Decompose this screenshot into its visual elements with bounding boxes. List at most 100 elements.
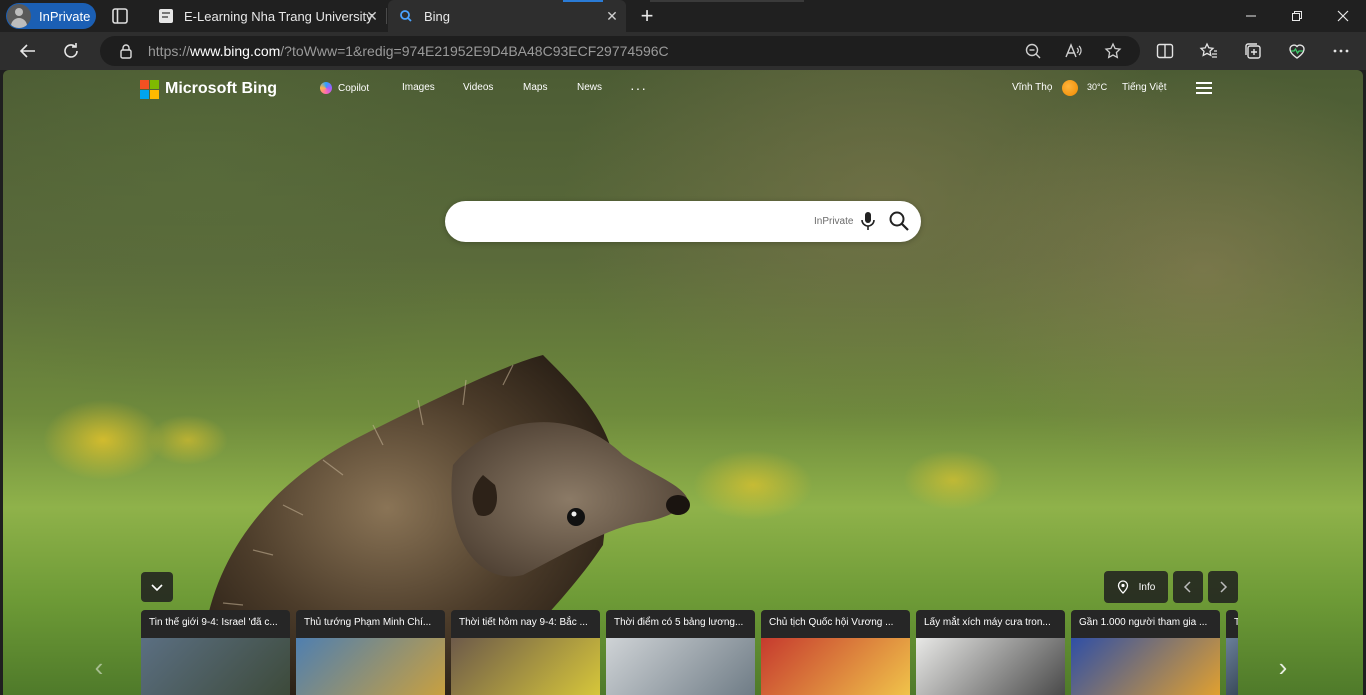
info-label: Info [1138,581,1156,593]
tab-bar: InPrivate E-Learning Nha Trang Universit… [0,0,1366,32]
restore-icon [1292,11,1302,21]
inprivate-search-label: InPrivate [814,216,854,227]
plus-icon: + [640,3,654,28]
back-button[interactable] [15,39,41,63]
nav-label: Videos [463,82,494,93]
hamburger-menu-icon[interactable] [1196,82,1212,94]
inprivate-label: InPrivate [39,8,91,24]
favorites-icon[interactable] [1199,41,1219,61]
image-info-button[interactable]: Info [1104,571,1168,603]
tab-divider [386,8,387,24]
more-menu-icon[interactable] [1331,41,1351,61]
news-card[interactable]: T [1226,610,1238,695]
nav-videos[interactable]: Videos [463,82,493,93]
new-tab-button[interactable]: + [636,5,658,27]
nav-images[interactable]: Images [402,82,435,93]
news-card[interactable]: Chủ tịch Quốc hội Vương ... [761,610,910,695]
news-title: Tin thế giới 9-4: Israel 'đã c... [149,617,278,628]
zoom-out-icon[interactable] [1024,42,1042,60]
nav-more-button[interactable]: ··· [630,80,647,96]
nav-label: Images [402,82,435,93]
next-image-button[interactable] [1208,571,1238,603]
avatar-icon [7,4,31,28]
copilot-icon [320,82,332,94]
language-link[interactable]: Tiếng Việt [1122,82,1166,93]
chevron-left-icon [1183,581,1191,593]
search-icon[interactable] [888,210,910,232]
tab-title: E-Learning Nha Trang University [184,8,373,24]
nav-copilot[interactable]: Copilot [320,82,369,94]
news-card[interactable]: Lấy mắt xích máy cưa tron... [916,610,1065,695]
tab-elearning[interactable]: E-Learning Nha Trang University ✕ [148,0,386,32]
nav-news[interactable]: News [577,82,602,93]
news-title: Chủ tịch Quốc hội Vương ... [769,617,894,628]
news-thumbnail [916,638,1065,695]
url-text: https://www.bing.com/?toWww=1&redig=974E… [148,43,669,59]
search-input[interactable] [463,210,803,232]
news-card[interactable]: Gần 1.000 người tham gia ... [1071,610,1220,695]
sunny-weather-icon[interactable] [1062,80,1078,96]
news-card[interactable]: Thời điểm có 5 bảng lương... [606,610,755,695]
star-icon[interactable] [1104,42,1122,60]
temperature-label[interactable]: 30°C [1087,82,1107,92]
collapse-feed-button[interactable] [141,572,173,602]
news-thumbnail [606,638,755,695]
bing-logo[interactable]: Microsoft Bing [140,79,277,99]
chevron-right-icon [1220,581,1228,593]
news-thumbnail [451,638,600,695]
news-title: Lấy mắt xích máy cưa tron... [924,617,1051,628]
news-thumbnail [1226,638,1238,695]
inprivate-profile-button[interactable]: InPrivate [6,3,96,29]
news-title: Gần 1.000 người tham gia ... [1079,617,1208,628]
news-title: Thời điểm có 5 bảng lương... [614,617,744,628]
previous-image-button[interactable] [1173,571,1203,603]
browser-essentials-icon[interactable] [1287,41,1307,61]
news-thumbnail [141,638,290,695]
close-tab-icon[interactable]: ✕ [604,8,620,24]
carousel-left-arrow-icon[interactable]: ‹ [89,652,109,682]
nav-label: News [577,82,603,93]
news-title: Thời tiết hôm nay 9-4: Bắc ... [459,617,588,628]
news-card[interactable]: Thời tiết hôm nay 9-4: Bắc ... [451,610,600,695]
nav-maps[interactable]: Maps [523,82,547,93]
tab-bing[interactable]: Bing ✕ [388,0,626,32]
collections-icon[interactable] [1243,41,1263,61]
address-field[interactable]: https://www.bing.com/?toWww=1&redig=974E… [100,36,1140,66]
news-title: Thủ tướng Phạm Minh Chí... [304,617,432,628]
microsoft-logo-icon [140,79,159,99]
location-pin-icon [1117,580,1128,594]
read-aloud-icon[interactable] [1064,42,1082,60]
close-window-button[interactable] [1320,0,1366,32]
arrow-left-icon [19,44,35,58]
lock-icon [120,44,132,59]
vertical-tabs-icon [112,8,128,24]
minimize-button[interactable] [1228,0,1274,32]
news-thumbnail [296,638,445,695]
chevron-down-icon [151,584,163,592]
refresh-button[interactable] [58,39,84,63]
search-favicon-icon [400,10,412,22]
logo-text: Microsoft Bing [165,80,277,97]
document-favicon-icon [159,9,173,23]
nav-label: Copilot [338,82,370,94]
bing-homepage: Microsoft Bing Copilot Images Videos Map… [3,70,1363,695]
search-box: InPrivate [445,201,921,242]
carousel-right-arrow-icon[interactable]: › [1273,652,1293,682]
news-card[interactable]: Thủ tướng Phạm Minh Chí... [296,610,445,695]
split-screen-icon[interactable] [1155,41,1175,61]
tab-strip-highlight [650,0,804,2]
location-label[interactable]: Vĩnh Thọ [1012,82,1052,93]
news-carousel: Tin thế giới 9-4: Israel 'đã c... Thủ tướ… [141,610,1244,695]
news-card[interactable]: Tin thế giới 9-4: Israel 'đã c... [141,610,290,695]
restore-button[interactable] [1274,0,1320,32]
close-tab-icon[interactable]: ✕ [364,8,380,24]
address-toolbar: https://www.bing.com/?toWww=1&redig=974E… [0,32,1366,70]
refresh-icon [64,43,78,58]
news-thumbnail [1071,638,1220,695]
tab-actions-button[interactable] [108,4,132,28]
news-title: T [1226,610,1238,638]
tab-loading-accent [563,0,603,2]
tab-title: Bing [424,8,451,24]
microphone-icon[interactable] [860,211,876,231]
close-icon [1337,10,1349,22]
